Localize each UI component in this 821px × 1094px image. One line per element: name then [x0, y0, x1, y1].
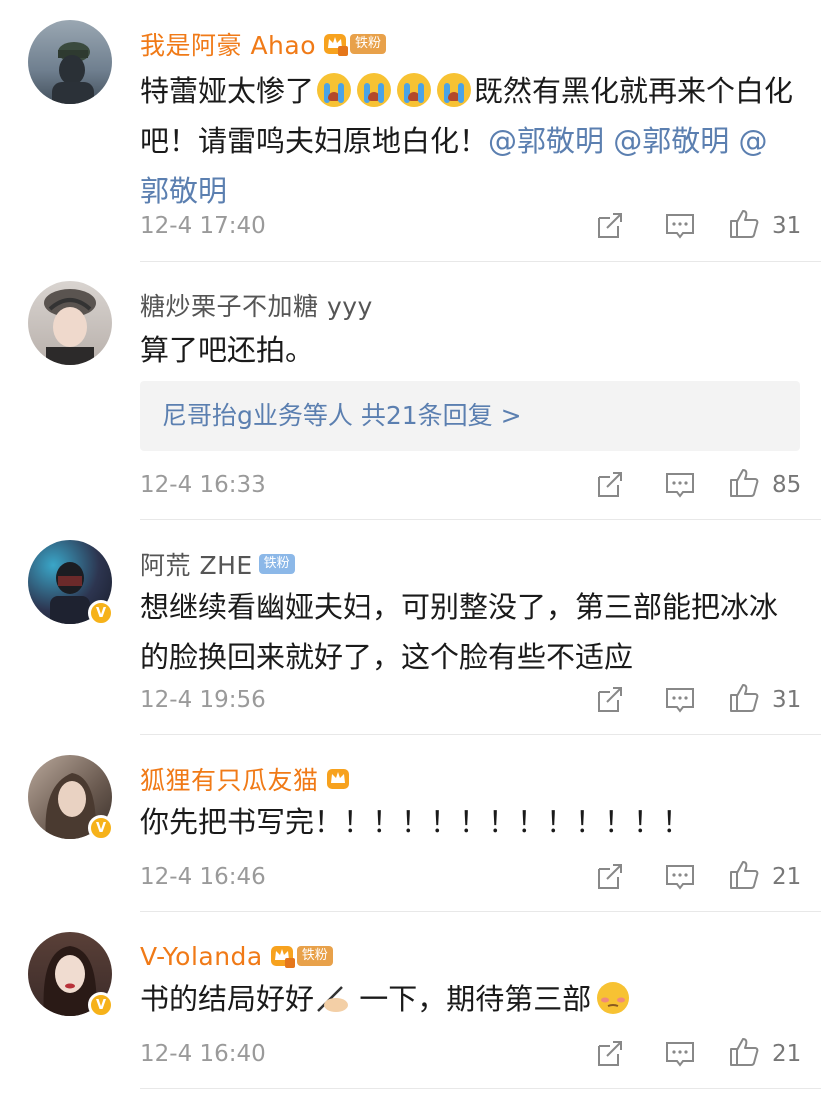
crying-emoji	[397, 73, 432, 107]
like-count: 85	[772, 472, 802, 498]
verified-icon: V	[88, 600, 114, 626]
fan-badge: 铁粉	[258, 554, 295, 574]
avatar[interactable]: V	[28, 932, 114, 1018]
crying-emoji	[317, 73, 352, 107]
timestamp: 12-4 16:46	[140, 864, 266, 890]
comment-meta: 12-4 17:40 31	[140, 206, 802, 246]
comment-icon[interactable]	[664, 1038, 696, 1070]
comment-meta: 12-4 16:40 21	[140, 1034, 802, 1074]
username[interactable]: 我是阿豪 Ahao	[140, 26, 316, 62]
verified-icon: V	[88, 992, 114, 1018]
username[interactable]: 阿荒 ZHE	[140, 546, 253, 582]
like-icon[interactable]	[728, 467, 760, 499]
like-icon[interactable]	[728, 1036, 760, 1068]
comment-icon[interactable]	[664, 684, 696, 716]
crown-icon	[326, 769, 349, 789]
like-icon[interactable]	[728, 859, 760, 891]
crying-emoji	[437, 73, 472, 107]
comment-meta: 12-4 16:46 21	[140, 857, 802, 897]
share-icon[interactable]	[594, 1038, 626, 1070]
like-icon[interactable]	[728, 682, 760, 714]
timestamp: 12-4 16:33	[140, 472, 266, 498]
fan-badge: 铁粉	[296, 946, 333, 966]
username[interactable]: 狐狸有只瓜友猫	[140, 761, 319, 797]
share-icon[interactable]	[594, 684, 626, 716]
comment-meta: 12-4 19:56 31	[140, 680, 802, 720]
like-icon[interactable]	[728, 208, 760, 240]
timestamp: 12-4 19:56	[140, 687, 266, 713]
timestamp: 12-4 17:40	[140, 213, 266, 239]
timestamp: 12-4 16:40	[140, 1041, 266, 1067]
comment-meta: 12-4 16:33 85	[140, 465, 802, 505]
share-icon[interactable]	[594, 469, 626, 501]
comment-text: 算了吧还拍。	[140, 333, 315, 367]
fan-badge: 铁粉	[350, 34, 387, 54]
comment-icon[interactable]	[664, 469, 696, 501]
divider	[140, 911, 821, 912]
reply-preview[interactable]: 尼哥抬g业务等人 共21条回复 >	[140, 381, 800, 451]
comment-text: 你先把书写完！！！！！！！！！！！！！	[140, 805, 692, 839]
avatar[interactable]	[28, 20, 112, 104]
comment-text: 想继续看幽娅夫妇，可别整没了，第三部能把冰冰的脸换回来就好了，这个脸有些不适应	[140, 590, 779, 674]
divider	[140, 734, 821, 735]
divider	[140, 261, 821, 262]
avatar[interactable]	[28, 281, 112, 365]
comment-icon[interactable]	[664, 861, 696, 893]
username[interactable]: 糖炒栗子不加糖 yyy	[140, 287, 373, 323]
crown-icon	[270, 946, 295, 968]
comment-text: 书的结局好好 一下，期待第三部	[140, 974, 795, 1024]
like-count: 31	[772, 687, 802, 713]
avatar[interactable]: V	[28, 540, 114, 626]
share-icon[interactable]	[594, 861, 626, 893]
avatar[interactable]: V	[28, 755, 114, 841]
share-icon[interactable]	[594, 210, 626, 242]
like-count: 21	[772, 864, 802, 890]
crying-emoji	[357, 73, 392, 107]
divider	[140, 519, 821, 520]
verified-icon: V	[88, 815, 114, 841]
writing-hand-emoji	[317, 986, 349, 1012]
like-count: 31	[772, 213, 802, 239]
comment-feed: 我是阿豪 Ahao 铁粉 特蕾娅太惨了 既然有黑化就再来个白化吧！请雷鸣夫妇原地白…	[0, 0, 821, 1094]
like-count: 21	[772, 1041, 802, 1067]
shy-emoji	[597, 982, 630, 1014]
username[interactable]: V-Yolanda	[140, 942, 263, 971]
crown-icon	[324, 34, 349, 56]
comment-icon[interactable]	[664, 210, 696, 242]
comment-text: 特蕾娅太惨了 既然有黑化就再来个白化吧！请雷鸣夫妇原地白化！@郭敬明 @郭敬明 @…	[140, 73, 794, 208]
divider	[140, 1088, 821, 1089]
